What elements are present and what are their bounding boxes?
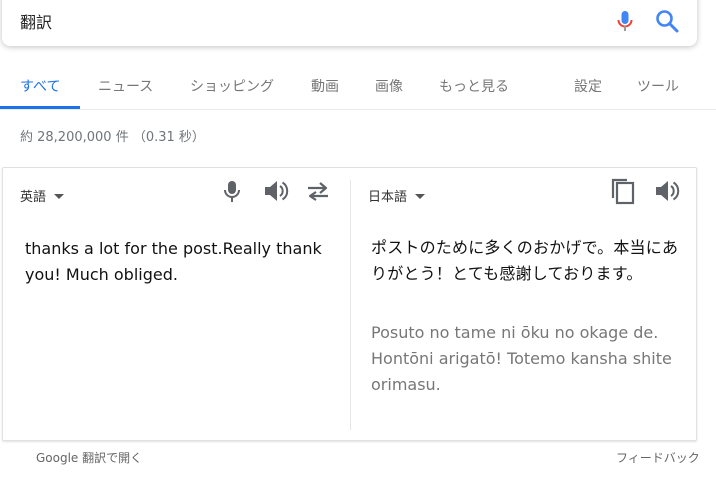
search-tabs: すべて ニュース ショッピング 動画 画像 もっと見る 設定 ツール (0, 60, 716, 110)
speaker-icon[interactable] (654, 179, 680, 203)
search-box[interactable]: 翻訳 (2, 0, 697, 46)
microphone-icon[interactable] (613, 9, 637, 33)
result-stats: 約 28,200,000 件 （0.31 秒） (20, 130, 205, 145)
speaker-icon[interactable] (263, 179, 289, 203)
open-in-translate-link[interactable]: Google 翻訳で開く (36, 449, 142, 466)
swap-languages-icon[interactable] (305, 179, 331, 203)
romanization-text: Posuto no tame ni ōku no okage de. Hontō… (371, 323, 672, 394)
translation-card: 英語 thanks a lot for the post.Really than… (2, 167, 697, 441)
source-text[interactable]: thanks a lot for the post.Really thank y… (25, 236, 325, 288)
source-language-label: 英語 (20, 190, 47, 205)
tab-news[interactable]: ニュース (98, 76, 153, 96)
tab-videos[interactable]: 動画 (311, 76, 339, 96)
tab-all[interactable]: すべて (20, 76, 60, 96)
copy-icon[interactable] (610, 177, 636, 205)
microphone-icon[interactable] (222, 179, 242, 203)
tab-shopping[interactable]: ショッピング (190, 76, 274, 96)
chevron-down-icon (54, 194, 65, 199)
source-language-select[interactable]: 英語 (20, 186, 65, 205)
target-language-select[interactable]: 日本語 (368, 186, 426, 205)
feedback-link[interactable]: フィードバック (616, 449, 700, 466)
tab-images[interactable]: 画像 (375, 76, 403, 96)
chevron-down-icon (415, 194, 426, 199)
tab-settings[interactable]: 設定 (574, 76, 602, 96)
translated-text: ポストのために多くのおかげで。本当にありがとう！とても感謝しております。 (371, 238, 679, 283)
panel-divider (350, 180, 351, 430)
search-icon[interactable] (654, 8, 680, 34)
tab-tools[interactable]: ツール (637, 76, 679, 96)
search-query[interactable]: 翻訳 (20, 9, 52, 33)
target-language-label: 日本語 (368, 190, 408, 205)
tab-more[interactable]: もっと見る (439, 76, 509, 96)
active-tab-indicator (0, 106, 80, 109)
